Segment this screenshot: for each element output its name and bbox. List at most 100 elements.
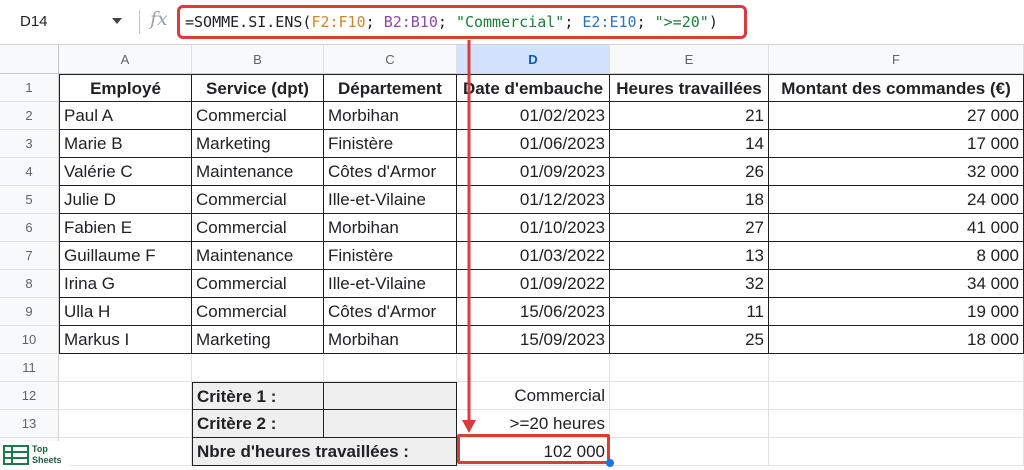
table-cell[interactable]: Morbihan	[324, 102, 457, 130]
row-header-3[interactable]: 3	[0, 130, 59, 158]
row-header-8[interactable]: 8	[0, 270, 59, 298]
header-cell[interactable]: Service (dpt)	[192, 74, 324, 102]
column-header-c[interactable]: C	[324, 45, 457, 74]
row-header-13[interactable]: 13	[0, 410, 59, 438]
table-cell[interactable]: Marketing	[192, 130, 324, 158]
table-cell[interactable]: 18	[610, 186, 769, 214]
table-cell[interactable]: 17 000	[769, 130, 1024, 158]
table-cell[interactable]: Valérie C	[59, 158, 192, 186]
row-header-7[interactable]: 7	[0, 242, 59, 270]
table-cell[interactable]: 32 000	[769, 158, 1024, 186]
table-cell[interactable]: 13	[610, 242, 769, 270]
table-cell[interactable]: Côtes d'Armor	[324, 158, 457, 186]
table-cell[interactable]: Maintenance	[192, 242, 324, 270]
table-cell[interactable]: 01/09/2022	[457, 270, 610, 298]
table-cell[interactable]: 14	[610, 130, 769, 158]
row-header-1[interactable]: 1	[0, 74, 59, 102]
empty-cell[interactable]	[769, 354, 1024, 382]
table-cell[interactable]: 15/06/2023	[457, 298, 610, 326]
empty-cell[interactable]	[769, 382, 1024, 410]
row-header-2[interactable]: 2	[0, 102, 59, 130]
table-cell[interactable]: 18 000	[769, 326, 1024, 354]
column-header-b[interactable]: B	[192, 45, 324, 74]
header-cell[interactable]: Département	[324, 74, 457, 102]
table-cell[interactable]: Commercial	[192, 298, 324, 326]
table-cell[interactable]: Markus I	[59, 326, 192, 354]
row-header-11[interactable]: 11	[0, 354, 59, 382]
table-cell[interactable]: 8 000	[769, 242, 1024, 270]
table-cell[interactable]: 27	[610, 214, 769, 242]
table-cell[interactable]: Finistère	[324, 242, 457, 270]
formula-input[interactable]: =SOMME.SI.ENS(F2:F10; B2:B10; "Commercia…	[177, 5, 747, 39]
table-cell[interactable]: 11	[610, 298, 769, 326]
row-header-12[interactable]: 12	[0, 382, 59, 410]
empty-cell[interactable]	[769, 438, 1024, 466]
table-cell[interactable]: Ille-et-Vilaine	[324, 186, 457, 214]
table-cell[interactable]: Paul A	[59, 102, 192, 130]
table-cell[interactable]: Commercial	[192, 186, 324, 214]
table-cell[interactable]: 01/10/2023	[457, 214, 610, 242]
empty-cell[interactable]	[192, 354, 324, 382]
table-cell[interactable]: Finistère	[324, 130, 457, 158]
table-cell[interactable]: 21	[610, 102, 769, 130]
select-all-corner[interactable]	[0, 45, 59, 74]
empty-cell[interactable]	[457, 354, 610, 382]
row-header-6[interactable]: 6	[0, 214, 59, 242]
row-header-4[interactable]: 4	[0, 158, 59, 186]
table-cell[interactable]: 24 000	[769, 186, 1024, 214]
empty-cell[interactable]	[324, 354, 457, 382]
empty-cell[interactable]	[610, 354, 769, 382]
header-cell[interactable]: Date d'embauche	[457, 74, 610, 102]
table-cell[interactable]: 27 000	[769, 102, 1024, 130]
table-cell[interactable]: 32	[610, 270, 769, 298]
table-cell[interactable]: Commercial	[192, 270, 324, 298]
criteria-label[interactable]: Nbre d'heures travaillées :	[192, 438, 457, 466]
table-cell[interactable]: Morbihan	[324, 326, 457, 354]
table-cell[interactable]: 15/09/2023	[457, 326, 610, 354]
column-header-e[interactable]: E	[610, 45, 769, 74]
table-cell[interactable]: 01/12/2023	[457, 186, 610, 214]
table-cell[interactable]: Ille-et-Vilaine	[324, 270, 457, 298]
table-cell[interactable]: 01/03/2022	[457, 242, 610, 270]
table-cell[interactable]: Morbihan	[324, 214, 457, 242]
criteria-label[interactable]: Critère 1 :	[192, 382, 324, 410]
table-cell[interactable]: Ulla H	[59, 298, 192, 326]
table-cell[interactable]: Marie B	[59, 130, 192, 158]
table-cell[interactable]: Marketing	[192, 326, 324, 354]
table-cell[interactable]: 01/02/2023	[457, 102, 610, 130]
table-cell[interactable]: 41 000	[769, 214, 1024, 242]
empty-cell[interactable]	[59, 410, 192, 438]
row-header-9[interactable]: 9	[0, 298, 59, 326]
row-header-5[interactable]: 5	[0, 186, 59, 214]
criteria-label[interactable]: Critère 2 :	[192, 410, 324, 438]
column-header-a[interactable]: A	[59, 45, 192, 74]
table-cell[interactable]: Irina G	[59, 270, 192, 298]
criteria-label-fill[interactable]	[324, 382, 457, 410]
empty-cell[interactable]	[59, 354, 192, 382]
table-cell[interactable]: 01/06/2023	[457, 130, 610, 158]
table-cell[interactable]: Julie D	[59, 186, 192, 214]
table-cell[interactable]: Maintenance	[192, 158, 324, 186]
empty-cell[interactable]	[769, 410, 1024, 438]
header-cell[interactable]: Employé	[59, 74, 192, 102]
table-cell[interactable]: 26	[610, 158, 769, 186]
empty-cell[interactable]	[610, 382, 769, 410]
table-cell[interactable]: 34 000	[769, 270, 1024, 298]
table-cell[interactable]: 01/09/2023	[457, 158, 610, 186]
row-header-10[interactable]: 10	[0, 326, 59, 354]
table-cell[interactable]: 25	[610, 326, 769, 354]
table-cell[interactable]: Guillaume F	[59, 242, 192, 270]
empty-cell[interactable]	[610, 410, 769, 438]
column-header-f[interactable]: F	[769, 45, 1024, 74]
empty-cell[interactable]	[59, 438, 192, 466]
table-cell[interactable]: Côtes d'Armor	[324, 298, 457, 326]
header-cell[interactable]: Montant des commandes (€)	[769, 74, 1024, 102]
table-cell[interactable]: 19 000	[769, 298, 1024, 326]
empty-cell[interactable]	[610, 438, 769, 466]
table-cell[interactable]: Commercial	[192, 102, 324, 130]
fill-handle[interactable]	[606, 459, 614, 467]
column-header-d[interactable]: D	[457, 45, 610, 74]
empty-cell[interactable]	[59, 382, 192, 410]
table-cell[interactable]: Fabien E	[59, 214, 192, 242]
table-cell[interactable]: Commercial	[192, 214, 324, 242]
